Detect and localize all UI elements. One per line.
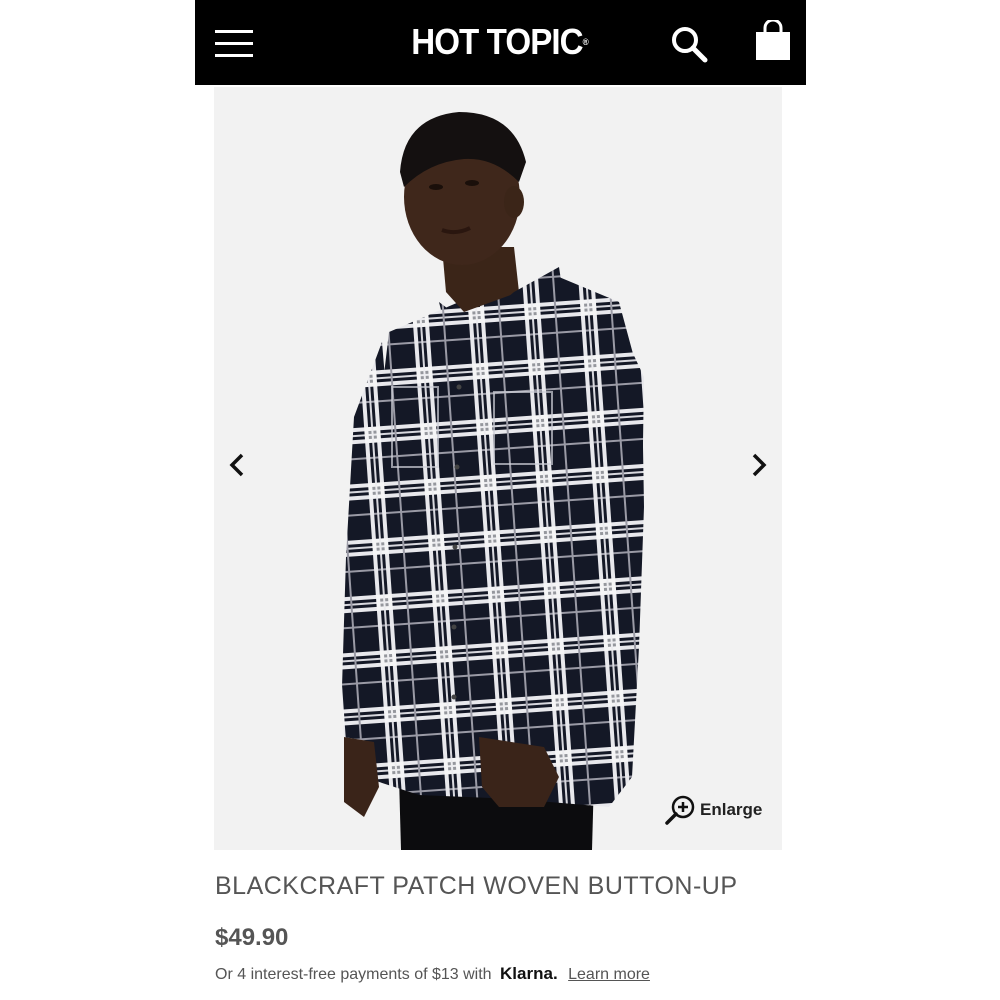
chevron-left-icon (229, 453, 244, 477)
logo-text: HOT TOPIC (411, 21, 583, 62)
product-title: BLACKCRAFT PATCH WOVEN BUTTON-UP (215, 872, 738, 900)
enlarge-image-button[interactable]: Enlarge (664, 793, 762, 827)
installments-text: Or 4 interest-free payments of $13 with (215, 966, 492, 983)
product-photo (342, 112, 644, 850)
enlarge-label: Enlarge (700, 800, 763, 819)
next-image-button[interactable] (740, 447, 776, 483)
search-icon[interactable] (669, 24, 709, 64)
mobile-screen: HOT TOPIC® Enlarge BLACKCRAFT PATCH WOVE… (195, 0, 806, 1000)
chevron-right-icon (752, 453, 767, 477)
product-price: $49.90 (215, 924, 289, 951)
previous-image-button[interactable] (220, 447, 256, 483)
klarna-installments: Or 4 interest-free payments of $13 with … (215, 964, 650, 984)
learn-more-link[interactable]: Learn more (568, 966, 650, 983)
top-navigation-bar: HOT TOPIC® (195, 0, 806, 85)
zoom-in-icon (665, 795, 695, 825)
shopping-bag-icon[interactable] (753, 18, 793, 64)
klarna-logo: Klarna. (500, 964, 558, 983)
hamburger-menu-icon[interactable] (215, 27, 253, 59)
hot-topic-logo[interactable]: HOT TOPIC® (399, 19, 601, 65)
product-image-gallery: Enlarge (214, 87, 782, 850)
